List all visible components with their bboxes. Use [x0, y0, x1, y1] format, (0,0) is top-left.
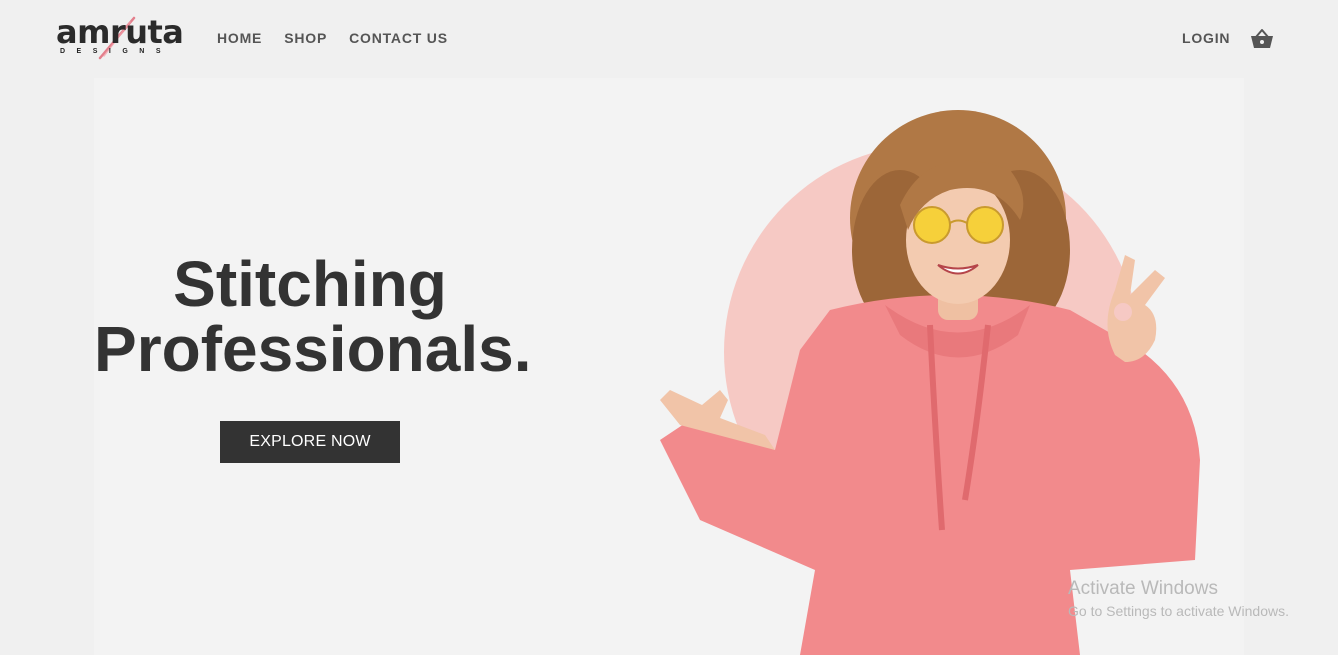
- brand-tagline: DESIGNS: [60, 48, 173, 55]
- windows-watermark-title: Activate Windows: [1068, 578, 1218, 599]
- hero-headline-line1: Stitching: [173, 248, 447, 320]
- nav-shop[interactable]: SHOP: [284, 29, 327, 47]
- nav-contact-us[interactable]: CONTACT US: [349, 29, 448, 47]
- navbar: amruta DESIGNS HOME SHOP CONTACT US LOGI…: [0, 0, 1338, 78]
- main-nav: HOME SHOP CONTACT US: [217, 29, 470, 47]
- hero-headline: Stitching Professionals.: [94, 248, 532, 385]
- login-link[interactable]: LOGIN: [1182, 29, 1230, 47]
- brand-logo[interactable]: amruta DESIGNS: [56, 13, 184, 60]
- windows-watermark-subtitle: Go to Settings to activate Windows.: [1068, 603, 1289, 619]
- brand-name: amruta: [56, 13, 184, 51]
- hero-image: [660, 110, 1200, 655]
- hero-headline-line2: Professionals.: [94, 313, 532, 385]
- basket-icon[interactable]: [1250, 28, 1274, 50]
- sunglasses-left: [913, 206, 951, 244]
- nav-home[interactable]: HOME: [217, 29, 262, 47]
- explore-now-button[interactable]: EXPLORE NOW: [220, 421, 400, 463]
- sunglasses-right: [966, 206, 1004, 244]
